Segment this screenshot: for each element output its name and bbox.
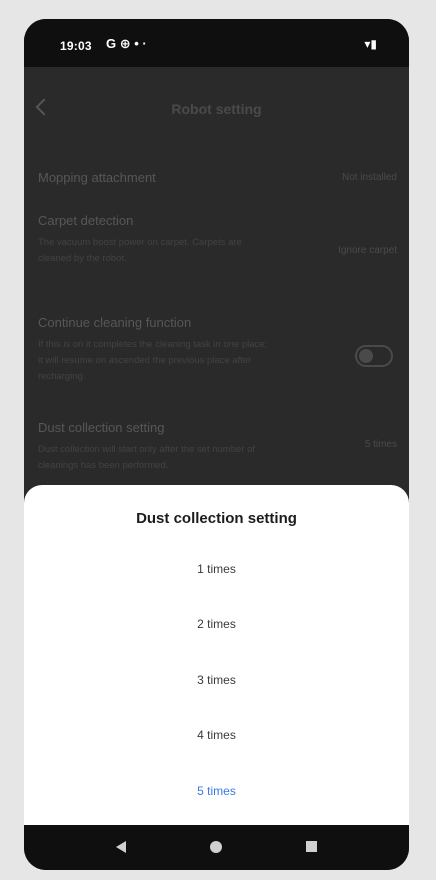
continue-cleaning-toggle[interactable] xyxy=(355,345,393,367)
status-time: 19:03 xyxy=(60,39,92,53)
option-2-times[interactable]: 2 times xyxy=(24,604,409,644)
setting-value-mopping[interactable]: Not installed xyxy=(342,172,397,183)
robot-settings-page: Robot setting Mopping attachment Not ins… xyxy=(24,67,409,507)
nav-home-icon[interactable] xyxy=(210,841,222,853)
setting-title-dust[interactable]: Dust collection setting xyxy=(38,420,164,435)
setting-desc-dust: Dust collection will start only after th… xyxy=(38,444,256,471)
option-1-times[interactable]: 1 times xyxy=(24,549,409,589)
phone-frame: 19:03 G ⊕ • · ▾▮ Robot setting Mopping a… xyxy=(24,19,409,870)
screen: 19:03 G ⊕ • · ▾▮ Robot setting Mopping a… xyxy=(24,19,409,870)
setting-desc-carpet: The vacuum boost power on carpet. Carpet… xyxy=(38,237,242,264)
toggle-knob xyxy=(359,349,373,363)
setting-desc-continue: If this is on it completes the cleaning … xyxy=(38,339,268,382)
setting-title-continue: Continue cleaning function xyxy=(38,315,192,330)
status-bar: 19:03 G ⊕ • · ▾▮ xyxy=(24,19,409,67)
setting-title-mopping[interactable]: Mopping attachment xyxy=(38,170,156,185)
wifi-battery-icon: ▾▮ xyxy=(364,37,377,51)
setting-value-carpet[interactable]: Ignore carpet xyxy=(338,245,397,256)
system-nav-bar xyxy=(24,825,409,870)
nav-back-icon[interactable] xyxy=(116,841,126,853)
page-title: Robot setting xyxy=(171,101,262,117)
setting-title-carpet[interactable]: Carpet detection xyxy=(38,213,133,228)
option-4-times[interactable]: 4 times xyxy=(24,715,409,755)
setting-value-dust[interactable]: 5 times xyxy=(365,439,397,450)
option-3-times[interactable]: 3 times xyxy=(24,660,409,700)
dust-collection-sheet: Dust collection setting 1 times 2 times … xyxy=(24,485,409,845)
nav-recents-icon[interactable] xyxy=(306,841,317,852)
status-notification-icons: G ⊕ • · xyxy=(106,36,147,51)
option-5-times[interactable]: 5 times xyxy=(24,771,409,811)
sheet-title: Dust collection setting xyxy=(136,510,297,527)
